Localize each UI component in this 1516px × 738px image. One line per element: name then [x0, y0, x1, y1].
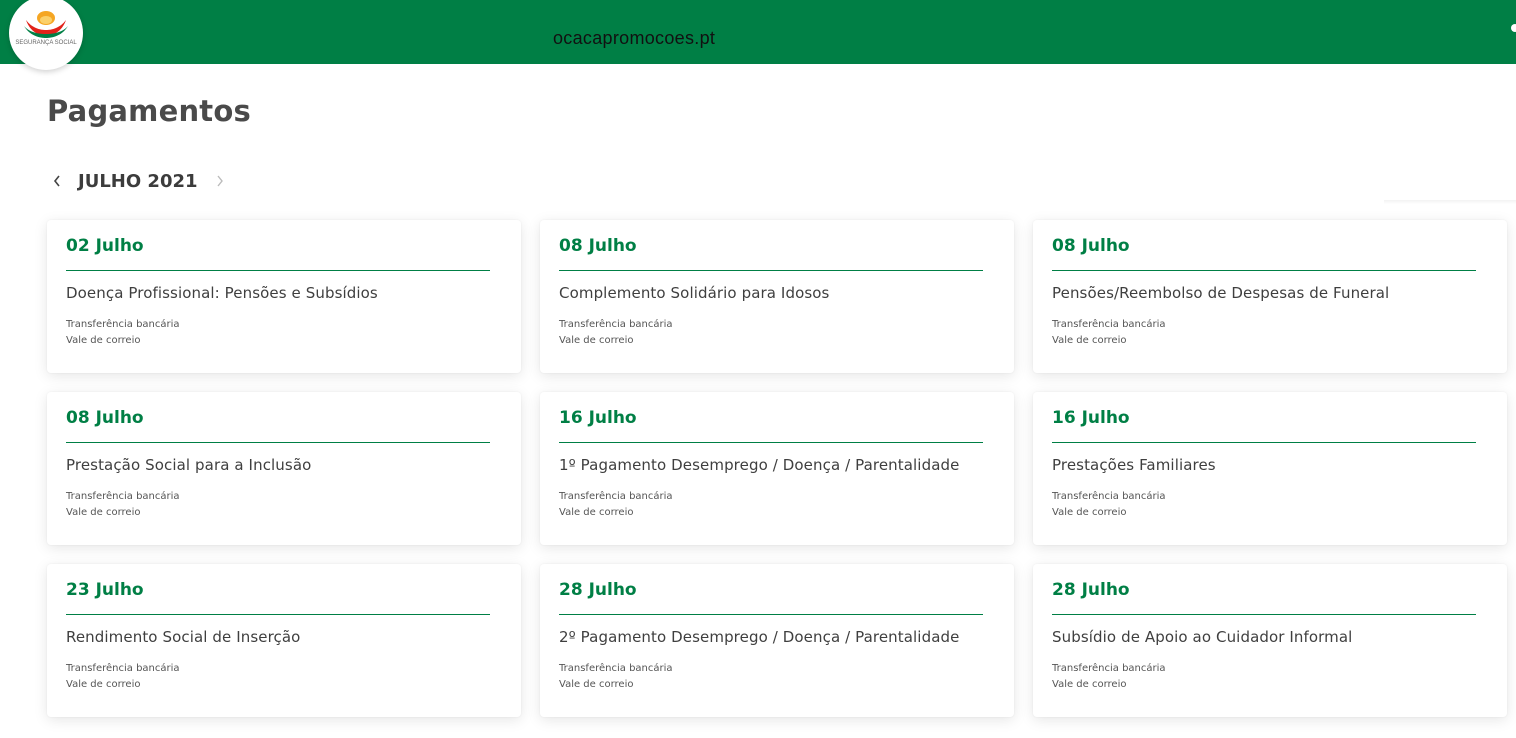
payment-method: Transferência bancária	[1052, 491, 1166, 502]
payment-date: 28 Julho	[1052, 580, 1130, 600]
payment-date: 08 Julho	[66, 408, 144, 428]
page-title: Pagamentos	[47, 94, 251, 128]
payment-date: 08 Julho	[559, 236, 637, 256]
payment-method: Vale de correio	[66, 335, 141, 346]
payment-title: Doença Profissional: Pensões e Subsídios	[66, 284, 378, 302]
payment-card[interactable]: 08 Julho Pensões/Reembolso de Despesas d…	[1033, 220, 1507, 373]
divider	[66, 614, 490, 615]
payment-date: 23 Julho	[66, 580, 144, 600]
payment-card[interactable]: 23 Julho Rendimento Social de Inserção T…	[47, 564, 521, 717]
payment-card[interactable]: 16 Julho Prestações Familiares Transferê…	[1033, 392, 1507, 545]
payment-method: Vale de correio	[559, 507, 634, 518]
seguranca-social-logo[interactable]: SEGURANÇA SOCIAL	[9, 0, 83, 70]
payment-card[interactable]: 16 Julho 1º Pagamento Desemprego / Doenç…	[540, 392, 1014, 545]
payment-title: Pensões/Reembolso de Despesas de Funeral	[1052, 284, 1390, 302]
divider	[1384, 200, 1516, 204]
menu-dot-icon[interactable]	[1511, 24, 1516, 32]
payment-title: Subsídio de Apoio ao Cuidador Informal	[1052, 628, 1353, 646]
divider	[1052, 614, 1476, 615]
month-navigation: JULHO 2021	[47, 167, 230, 195]
payment-title: Prestações Familiares	[1052, 456, 1216, 474]
payment-method: Vale de correio	[66, 507, 141, 518]
payment-method: Vale de correio	[559, 679, 634, 690]
payment-date: 08 Julho	[1052, 236, 1130, 256]
divider	[66, 442, 490, 443]
payment-card[interactable]: 28 Julho 2º Pagamento Desemprego / Doenç…	[540, 564, 1014, 717]
payment-date: 28 Julho	[559, 580, 637, 600]
divider	[559, 614, 983, 615]
payment-method: Vale de correio	[1052, 335, 1127, 346]
payment-cards-grid: 02 Julho Doença Profissional: Pensões e …	[47, 220, 1507, 717]
payment-method: Transferência bancária	[1052, 663, 1166, 674]
payment-title: Rendimento Social de Inserção	[66, 628, 301, 646]
current-month-label: JULHO 2021	[78, 170, 198, 192]
payment-method: Transferência bancária	[1052, 319, 1166, 330]
next-month-button[interactable]	[210, 167, 230, 195]
payment-method: Transferência bancária	[559, 491, 673, 502]
payment-title: Prestação Social para a Inclusão	[66, 456, 312, 474]
logo-text: SEGURANÇA SOCIAL	[15, 40, 77, 46]
chevron-left-icon	[53, 175, 60, 187]
previous-month-button[interactable]	[47, 167, 67, 195]
payment-method: Transferência bancária	[559, 319, 673, 330]
payment-date: 16 Julho	[559, 408, 637, 428]
payment-method: Vale de correio	[559, 335, 634, 346]
payment-title: Complemento Solidário para Idosos	[559, 284, 830, 302]
payment-method: Vale de correio	[1052, 679, 1127, 690]
chevron-right-icon	[216, 175, 223, 187]
divider	[66, 270, 490, 271]
payment-card[interactable]: 08 Julho Complemento Solidário para Idos…	[540, 220, 1014, 373]
payment-title: 1º Pagamento Desemprego / Doença / Paren…	[559, 456, 960, 474]
payment-date: 16 Julho	[1052, 408, 1130, 428]
payment-method: Transferência bancária	[559, 663, 673, 674]
divider	[1052, 442, 1476, 443]
payment-date: 02 Julho	[66, 236, 144, 256]
top-bar: SEGURANÇA SOCIAL ocacapromocoes.pt	[0, 0, 1516, 70]
payment-method: Vale de correio	[1052, 507, 1127, 518]
payment-card[interactable]: 08 Julho Prestação Social para a Inclusã…	[47, 392, 521, 545]
divider	[559, 270, 983, 271]
divider	[1052, 270, 1476, 271]
divider	[559, 442, 983, 443]
payment-card[interactable]: 28 Julho Subsídio de Apoio ao Cuidador I…	[1033, 564, 1507, 717]
flower-logo-icon	[24, 11, 68, 38]
payment-method: Transferência bancária	[66, 663, 180, 674]
payment-card[interactable]: 02 Julho Doença Profissional: Pensões e …	[47, 220, 521, 373]
site-url: ocacapromocoes.pt	[553, 28, 716, 48]
payment-title: 2º Pagamento Desemprego / Doença / Paren…	[559, 628, 960, 646]
payment-method: Transferência bancária	[66, 319, 180, 330]
payment-method: Transferência bancária	[66, 491, 180, 502]
payment-method: Vale de correio	[66, 679, 141, 690]
